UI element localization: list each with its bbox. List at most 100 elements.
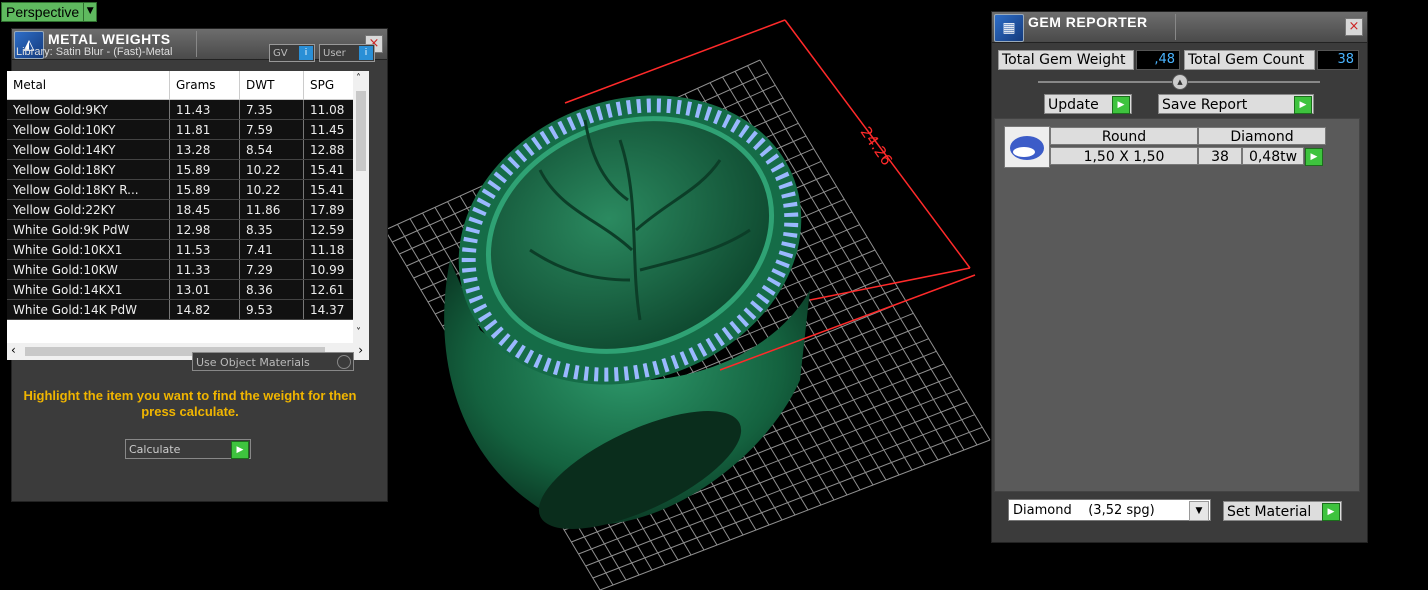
gem-reporter-title: GEM REPORTER: [1028, 14, 1148, 30]
title-separator: [1175, 14, 1176, 40]
library-label: Library: Satin Blur - (Fast)-Metal: [16, 46, 173, 58]
scroll-thumb[interactable]: [356, 91, 366, 171]
chevron-left-icon[interactable]: ‹: [11, 343, 16, 357]
table-row[interactable]: White Gold:14KX1 13.01 8.36 12.61: [7, 279, 357, 300]
table-row[interactable]: White Gold:14K PdW 14.82 9.53 14.37: [7, 299, 357, 320]
chevron-up-icon[interactable]: ˄: [356, 73, 361, 84]
table-row[interactable]: White Gold:10KX1 11.53 7.41 11.18: [7, 239, 357, 260]
table-cell: 11.08: [303, 99, 357, 120]
update-label: Update: [1048, 97, 1099, 113]
info-icon: i: [359, 46, 373, 60]
round-gem-icon: [1004, 126, 1050, 168]
table-cell: 11.81: [169, 119, 240, 140]
play-icon[interactable]: ▶: [1112, 96, 1130, 114]
table-row[interactable]: Yellow Gold:22KY 18.45 11.86 17.89: [7, 199, 357, 220]
table-cell: Yellow Gold:22KY: [7, 199, 170, 220]
table-cell: 7.29: [239, 259, 304, 280]
table-cell: Yellow Gold:10KY: [7, 119, 170, 140]
table-cell: 7.59: [239, 119, 304, 140]
chevron-right-icon[interactable]: ›: [358, 343, 363, 357]
metal-grid: Metal Grams DWT SPG Yellow Gold:9KY 11.43…: [7, 71, 357, 320]
play-icon[interactable]: ▶: [1305, 148, 1323, 166]
table-cell: 14.37: [303, 299, 357, 320]
table-cell: 8.36: [239, 279, 304, 300]
calculate-button[interactable]: Calculate ▶: [125, 439, 251, 459]
radio-icon[interactable]: [337, 355, 351, 369]
column-header-spg[interactable]: SPG: [303, 71, 357, 100]
column-header-grams[interactable]: Grams: [169, 71, 240, 100]
save-report-button[interactable]: Save Report ▶: [1158, 94, 1314, 114]
table-cell: 15.41: [303, 159, 357, 180]
column-header-dwt[interactable]: DWT: [239, 71, 304, 100]
table-cell: 7.41: [239, 239, 304, 260]
table-cell: Yellow Gold:9KY: [7, 99, 170, 120]
gem-shape: Round: [1050, 127, 1198, 145]
chevron-down-icon[interactable]: ˅: [356, 327, 361, 338]
gem-list[interactable]: [994, 118, 1360, 492]
gv-toggle[interactable]: GV i: [269, 44, 315, 62]
total-gem-count-label: Total Gem Count: [1184, 50, 1315, 70]
table-row[interactable]: Yellow Gold:10KY 11.81 7.59 11.45: [7, 119, 357, 140]
table-row[interactable]: Yellow Gold:14KY 13.28 8.54 12.88: [7, 139, 357, 160]
table-row[interactable]: Yellow Gold:9KY 11.43 7.35 11.08: [7, 99, 357, 120]
view-mode-dropdown[interactable]: Perspective ▼: [1, 2, 98, 22]
metal-table[interactable]: Metal Grams DWT SPG Yellow Gold:9KY 11.43…: [7, 71, 369, 343]
table-cell: 11.18: [303, 239, 357, 260]
vertical-scrollbar[interactable]: ˄ ˅: [353, 71, 369, 343]
table-cell: 12.61: [303, 279, 357, 300]
save-report-label: Save Report: [1162, 97, 1248, 113]
table-cell: 10.22: [239, 179, 304, 200]
play-icon[interactable]: ▶: [1322, 503, 1340, 521]
instruction-text: Highlight the item you want to find the …: [23, 388, 357, 419]
table-cell: 15.41: [303, 179, 357, 200]
table-cell: 11.43: [169, 99, 240, 120]
use-object-materials-label: Use Object Materials: [196, 356, 310, 369]
play-icon[interactable]: ▶: [231, 441, 249, 459]
table-cell: White Gold:9K PdW: [7, 219, 170, 240]
close-icon[interactable]: ×: [1345, 18, 1363, 36]
table-cell: 10.99: [303, 259, 357, 280]
play-icon[interactable]: ▶: [1294, 96, 1312, 114]
dimension-value: 24.26: [857, 123, 896, 169]
table-cell: 13.01: [169, 279, 240, 300]
gem-reporter-titlebar[interactable]: ▦ GEM REPORTER ×: [992, 12, 1367, 43]
table-cell: 12.98: [169, 219, 240, 240]
table-cell: White Gold:14KX1: [7, 279, 170, 300]
slider-knob[interactable]: ▲: [1172, 74, 1188, 90]
chevron-down-icon[interactable]: ▼: [1189, 501, 1209, 521]
table-cell: 12.59: [303, 219, 357, 240]
gem-weight: 0,48tw: [1242, 147, 1304, 165]
set-material-label: Set Material: [1227, 504, 1312, 520]
table-cell: 11.86: [239, 199, 304, 220]
table-row[interactable]: Yellow Gold:18KY R... 15.89 10.22 15.41: [7, 179, 357, 200]
use-object-materials-toggle[interactable]: Use Object Materials: [192, 352, 354, 371]
table-cell: Yellow Gold:14KY: [7, 139, 170, 160]
table-cell: 9.53: [239, 299, 304, 320]
gv-label: GV: [273, 48, 288, 59]
table-cell: 11.33: [169, 259, 240, 280]
table-cell: White Gold:10KX1: [7, 239, 170, 260]
title-separator: [196, 31, 197, 57]
table-row[interactable]: White Gold:10KW 11.33 7.29 10.99: [7, 259, 357, 280]
column-header-metal[interactable]: Metal: [7, 71, 170, 100]
calculate-label: Calculate: [129, 443, 181, 456]
table-cell: 8.54: [239, 139, 304, 160]
table-cell: 8.35: [239, 219, 304, 240]
table-cell: 13.28: [169, 139, 240, 160]
chevron-down-icon[interactable]: ▼: [84, 2, 98, 22]
table-cell: 15.89: [169, 179, 240, 200]
material-select[interactable]: Diamond (3,52 spg) ▼: [1008, 499, 1211, 521]
total-gem-count-value: 38: [1317, 50, 1359, 70]
update-button[interactable]: Update ▶: [1044, 94, 1132, 114]
set-material-button[interactable]: Set Material ▶: [1223, 501, 1342, 521]
table-row[interactable]: White Gold:9K PdW 12.98 8.35 12.59: [7, 219, 357, 240]
gem-count: 38: [1198, 147, 1242, 165]
table-cell: White Gold:14K PdW: [7, 299, 170, 320]
view-mode-label: Perspective: [1, 2, 85, 22]
table-row[interactable]: Yellow Gold:18KY 15.89 10.22 15.41: [7, 159, 357, 180]
table-cell: White Gold:10KW: [7, 259, 170, 280]
table-cell: 14.82: [169, 299, 240, 320]
table-cell: 15.89: [169, 159, 240, 180]
user-toggle[interactable]: User i: [319, 44, 375, 62]
table-cell: Yellow Gold:18KY R...: [7, 179, 170, 200]
